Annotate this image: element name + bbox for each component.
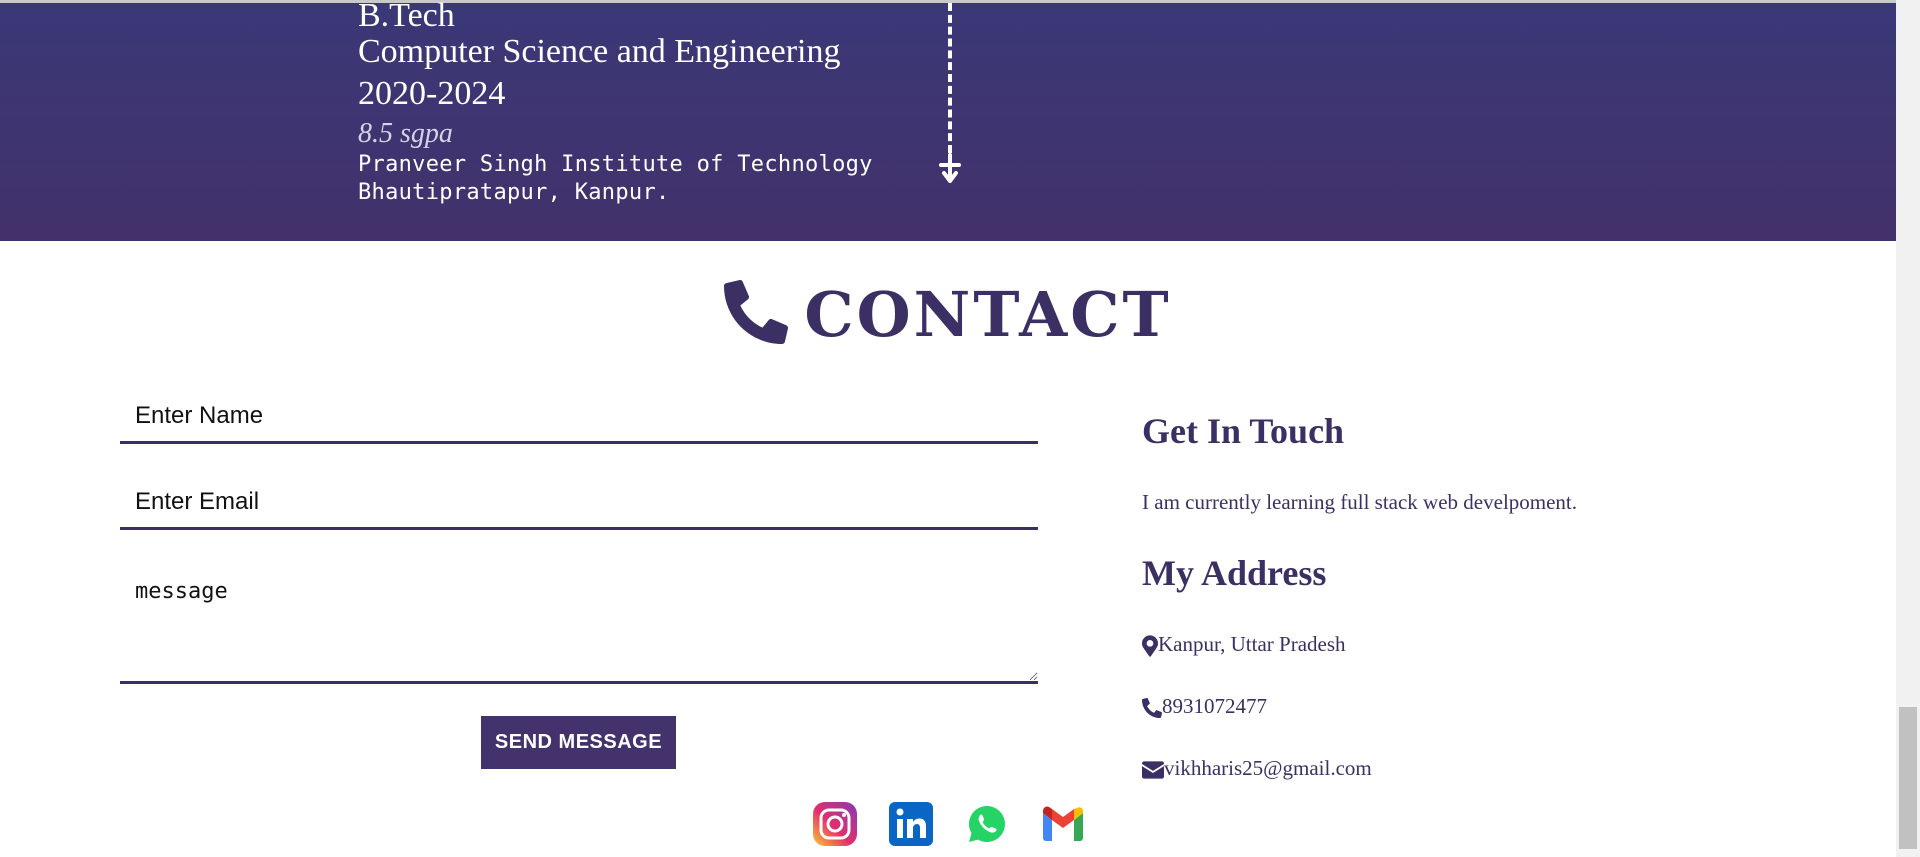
location-text: Kanpur, Uttar Pradesh (1158, 632, 1346, 657)
grade: 8.5 sgpa (358, 118, 453, 149)
send-message-button[interactable]: SEND MESSAGE (481, 716, 676, 769)
contact-title: CONTACT (804, 278, 1172, 351)
my-address-title: My Address (1142, 553, 1327, 593)
whatsapp-icon[interactable] (964, 801, 1010, 847)
education-section: B.Tech Computer Science and Engineering … (0, 0, 1896, 241)
scrollbar-thumb[interactable] (1899, 707, 1917, 849)
name-input[interactable] (120, 390, 1038, 444)
contact-heading: CONTACT (0, 278, 1896, 351)
phone-small-icon (1142, 694, 1162, 719)
timeline-anchor-icon (935, 153, 965, 188)
gmail-icon[interactable] (1040, 801, 1086, 847)
get-in-touch-title: Get In Touch (1142, 411, 1345, 451)
linkedin-icon[interactable] (888, 801, 934, 847)
instagram-icon[interactable] (812, 801, 858, 847)
degree: B.Tech (358, 0, 455, 34)
branch: Computer Science and Engineering (358, 33, 841, 70)
phone-text: 8931072477 (1162, 694, 1267, 718)
map-marker-icon (1142, 632, 1158, 657)
intro-text: I am currently learning full stack web d… (1142, 490, 1577, 515)
location-row: Kanpur, Uttar Pradesh (1142, 632, 1346, 657)
message-textarea[interactable] (120, 564, 1038, 684)
years: 2020-2024 (358, 75, 506, 112)
institute-location: Bhautipratapur, Kanpur. (358, 180, 670, 205)
timeline-line (948, 3, 952, 153)
phone-icon (724, 280, 789, 349)
email-row: vikhharis25@gmail.com (1142, 756, 1372, 781)
social-links (812, 801, 1086, 847)
intro-label: I am currently learning full stack web d… (1142, 490, 1578, 514)
envelope-icon (1142, 756, 1164, 781)
phone-row: 8931072477 (1142, 694, 1267, 719)
email-text: vikhharis25@gmail.com (1164, 756, 1372, 780)
institute-name: Pranveer Singh Institute of Technology (358, 152, 873, 177)
email-input[interactable] (120, 476, 1038, 530)
